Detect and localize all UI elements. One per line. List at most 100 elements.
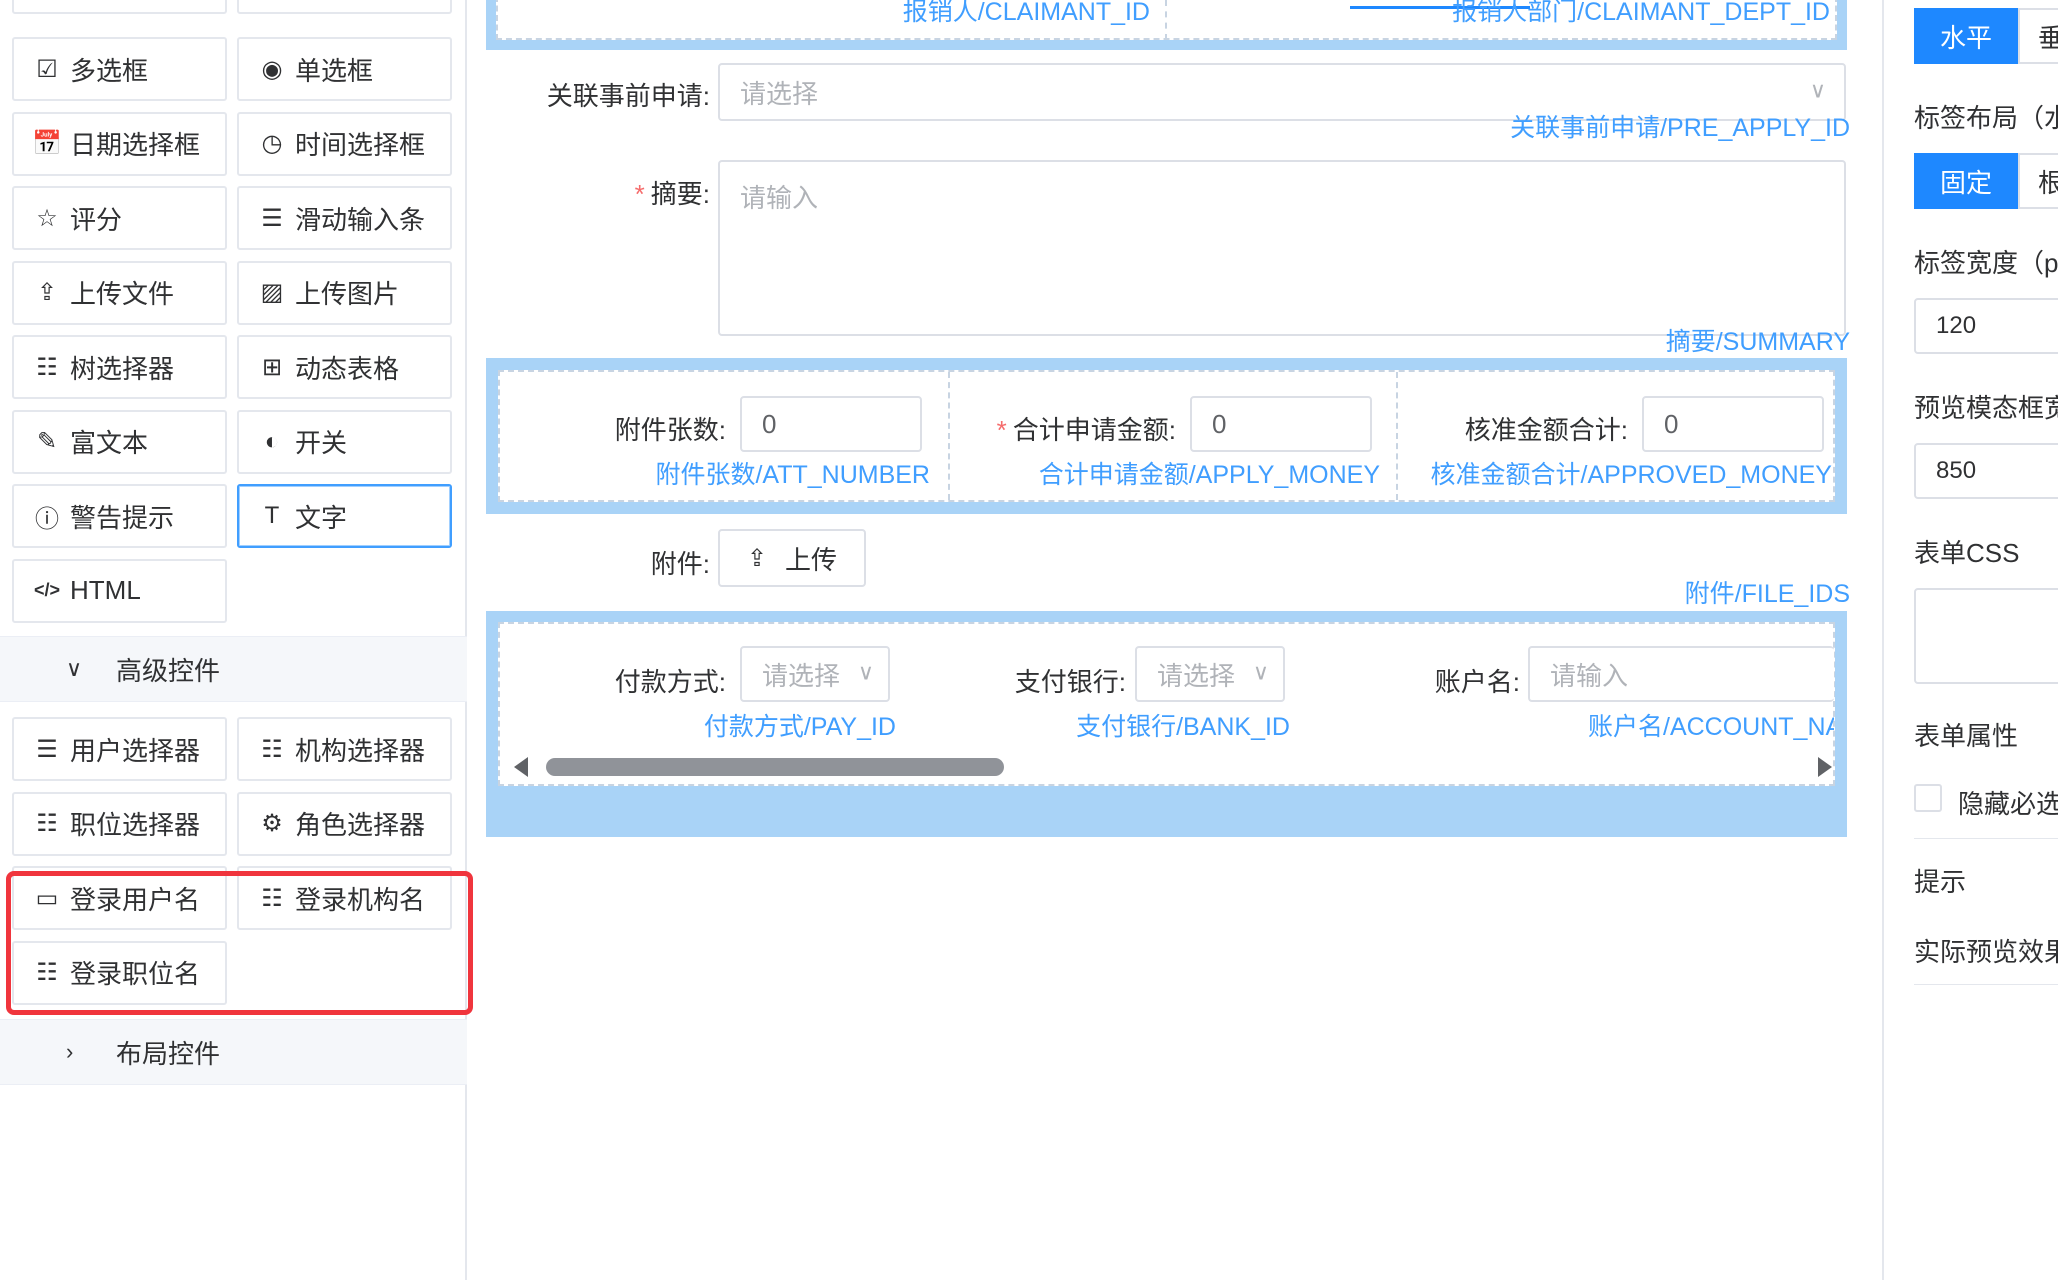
chevron-down-icon: ∨ [1252,659,1269,685]
component-label: 开关 [295,428,348,458]
attachment-label: 附件: [650,549,710,579]
label-layout-auto-button[interactable]: 根 [2018,153,2058,209]
basic-control-5[interactable]: ☰ 滑动输入条 [237,186,452,250]
basic-control-2[interactable]: 📅 日期选择框 [12,111,227,176]
basic-control-8[interactable]: ☷ 树选择器 [12,335,227,399]
label-layout-fixed-button[interactable]: 固定 [1914,153,2018,209]
preview-effect-title: 实际预览效果 [1914,937,2058,967]
component-label: 多选框 [70,55,149,86]
component-label: 上传文件 [70,279,175,309]
basic-control-12[interactable]: ⓘ 警告提示 [12,484,227,548]
text-icon: T [264,502,280,529]
component-item-partial[interactable] [237,0,452,14]
basic-control-11[interactable]: ◐ 开关 [237,409,452,474]
scroll-right-icon[interactable] [1818,757,1832,777]
chevron-down-icon: ∨ [1809,77,1826,103]
bank-label: 支付银行: [1014,667,1126,697]
slider-icon: ☰ [261,204,283,232]
summary-label: * 摘要: [634,179,710,209]
field-name-pre-apply: 关联事前申请/PRE_APPLY_ID [1510,114,1850,142]
group-label: 布局控件 [116,1038,221,1069]
field-name-bank: 支付银行/BANK_ID [1076,713,1290,741]
advanced-control-0[interactable]: ☰ 用户选择器 [12,717,227,781]
component-label: 上传图片 [295,279,400,309]
rich-text-icon: ✎ [36,428,58,455]
component-label: 评分 [70,204,123,235]
form-designer: ☑ 多选框 ◉ 单选框 📅 日期选择框 ◷ 时间选择框 ☆ 评分 ☰ 滑动输入条 ⇪ 上传文件 ▨ 上传图片 ☷… [0,0,2058,1280]
account-name-input[interactable]: 请输入 [1528,646,1834,702]
summary-textarea[interactable]: 请输入 [718,160,1846,336]
preview-width-title: 预览模态框宽 [1914,393,2058,423]
form-css-title: 表单CSS [1914,538,2020,568]
pay-method-select[interactable]: 请选择 ∨ [740,646,890,702]
numbers-col-divider-1 [948,372,950,500]
label-width-title: 标签宽度（px [1914,248,2058,278]
radio-icon: ◉ [261,55,283,83]
advanced-control-2[interactable]: ☷ 职位选择器 [12,791,227,856]
star-icon: ☆ [36,204,58,232]
user-list-icon: ☰ [36,735,58,763]
label-width-input[interactable]: 120 [1914,298,2058,354]
field-name-apply-money: 合计申请金额/APPLY_MONEY [1038,461,1380,489]
hide-required-checkbox[interactable] [1914,784,1942,812]
advanced-control-3[interactable]: ⚙ 角色选择器 [237,791,452,856]
component-label: 机构选择器 [295,735,426,766]
basic-control-4[interactable]: ☆ 评分 [12,186,227,250]
table-icon: ⊞ [261,353,283,381]
properties-panel: 水平 垂 标签布局（水 固定 根 标签宽度（px 120 预览模态框宽 850 … [1882,0,2058,1280]
field-name-attachment: 附件/FILE_IDS [1684,580,1850,608]
component-item-partial[interactable] [12,0,227,14]
component-label: HTML [70,575,141,605]
att-number-input[interactable]: 0 [740,396,922,452]
tree-list-icon: ☷ [36,353,58,381]
chevron-down-icon: ∨ [857,659,874,685]
field-name-summary: 摘要/SUMMARY [1665,328,1850,356]
label-layout-title: 标签布局（水 [1914,103,2058,133]
apply-money-label: * 合计申请金额: [996,415,1176,445]
basic-control-14[interactable]: </> HTML [12,558,227,623]
group-label: 高级控件 [116,655,221,686]
component-label: 警告提示 [70,502,175,533]
toggle-icon: ◐ [264,427,280,455]
scrollbar-thumb[interactable] [546,758,1004,776]
basic-control-3[interactable]: ◷ 时间选择框 [237,111,452,176]
layout-controls-header[interactable]: › 布局控件 [0,1019,467,1085]
direction-horizontal-button[interactable]: 水平 [1914,8,2018,64]
org-tree-icon: ☷ [261,735,283,763]
upload-icon: ⇪ [746,544,768,572]
basic-control-13[interactable]: T 文字 [237,484,452,548]
preview-width-input[interactable]: 850 [1914,443,2058,499]
scroll-left-icon[interactable] [514,757,528,777]
basic-control-7[interactable]: ▨ 上传图片 [237,260,452,325]
component-label: 日期选择框 [70,130,201,160]
component-label: 动态表格 [295,353,400,384]
direction-vertical-button[interactable]: 垂 [2018,8,2058,64]
component-palette: ☑ 多选框 ◉ 单选框 📅 日期选择框 ◷ 时间选择框 ☆ 评分 ☰ 滑动输入条 ⇪ 上传文件 ▨ 上传图片 ☷… [0,0,467,1280]
basic-control-10[interactable]: ✎ 富文本 [12,409,227,474]
apply-money-input[interactable]: 0 [1190,396,1372,452]
form-css-textarea[interactable] [1914,588,2058,684]
chevron-right-icon: › [66,1039,74,1064]
component-label: 时间选择框 [295,130,426,160]
basic-control-6[interactable]: ⇪ 上传文件 [12,260,227,325]
basic-control-9[interactable]: ⊞ 动态表格 [237,335,452,399]
component-label: 富文本 [70,428,149,458]
bank-select[interactable]: 请选择 ∨ [1135,646,1285,702]
tip-title: 提示 [1914,867,1967,897]
divider [1914,838,2058,839]
basic-control-1[interactable]: ◉ 单选框 [237,37,452,101]
component-label: 滑动输入条 [295,204,426,235]
component-label: 文字 [295,502,348,533]
field-name-claimant: 报销人/CLAIMANT_ID [902,0,1150,26]
numbers-col-divider-2 [1396,372,1398,500]
upload-button[interactable]: ⇪ 上传 [718,529,866,587]
advanced-controls-header[interactable]: ∨ 高级控件 [0,636,467,702]
upload-icon: ⇪ [36,279,58,306]
clock-icon: ◷ [261,130,283,157]
basic-control-0[interactable]: ☑ 多选框 [12,37,227,101]
advanced-control-1[interactable]: ☷ 机构选择器 [237,717,452,781]
component-label: 用户选择器 [70,735,201,766]
approved-money-input[interactable]: 0 [1642,396,1824,452]
pre-apply-label: 关联事前申请: [546,81,710,111]
summary-placeholder: 请输入 [740,183,819,213]
